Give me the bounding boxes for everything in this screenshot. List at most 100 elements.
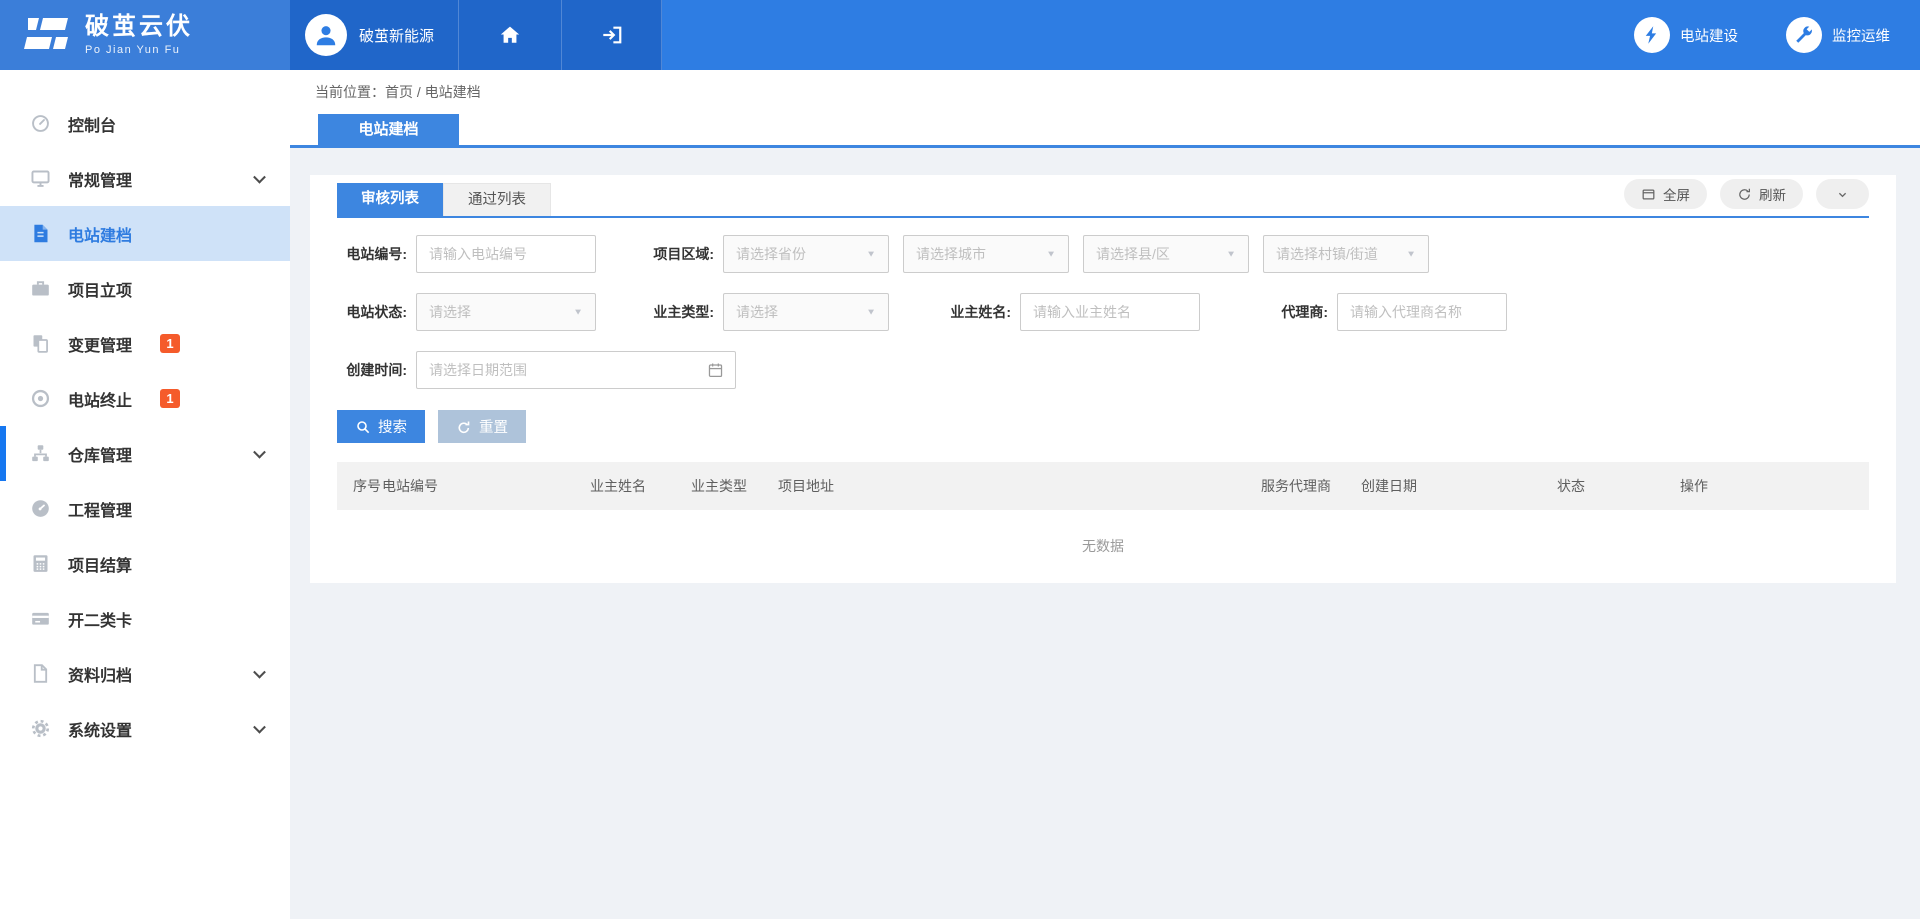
sidebar: 控制台 常规管理 电站建档 项目立项 变更管理 1: [0, 70, 290, 919]
agent-input[interactable]: [1337, 293, 1507, 331]
person-icon: [313, 22, 339, 48]
search-icon: [355, 419, 371, 435]
gear-icon: [30, 718, 51, 739]
sidebar-item-label: 变更管理: [68, 332, 132, 356]
refresh-icon: [1737, 187, 1752, 202]
calendar-icon[interactable]: [707, 362, 724, 379]
logout-icon: [601, 24, 623, 46]
home-button[interactable]: [459, 0, 562, 70]
collapse-button[interactable]: [1816, 179, 1869, 209]
nav-station-build[interactable]: 电站建设: [1634, 17, 1738, 53]
sidebar-item-project-settlement[interactable]: 项目结算: [0, 536, 290, 591]
province-select-placeholder: 请选择省份: [736, 244, 806, 264]
sidebar-item-change-mgmt[interactable]: 变更管理 1: [0, 316, 290, 371]
reset-button-label: 重置: [479, 416, 508, 437]
sidebar-item-label: 开二类卡: [68, 607, 132, 631]
sidebar-item-label: 电站终止: [68, 387, 132, 411]
panel-tabs-bar: 审核列表 通过列表 全屏 刷新: [337, 175, 1869, 218]
town-select-placeholder: 请选择村镇/街道: [1276, 244, 1378, 264]
search-button[interactable]: 搜索: [337, 410, 425, 443]
col-status: 状态: [1557, 476, 1680, 496]
badge-count: 1: [160, 389, 180, 408]
brand-text: 破茧云伏 Po Jian Yun Fu: [85, 14, 193, 55]
station-status-placeholder: 请选择: [429, 302, 471, 322]
filter-row-3: 创建时间:: [337, 351, 1869, 389]
reset-icon: [456, 419, 472, 435]
sidebar-item-label: 工程管理: [68, 497, 132, 521]
sidebar-item-label: 项目立项: [68, 277, 132, 301]
col-actions: 操作: [1680, 476, 1869, 496]
col-project-address: 项目地址: [778, 476, 1261, 496]
briefcase-icon: [30, 278, 51, 299]
owner-type-label: 业主类型:: [644, 302, 714, 322]
create-time-label: 创建时间:: [337, 360, 407, 380]
filter-actions: 搜索 重置: [337, 410, 1869, 443]
calculator-icon: [30, 553, 51, 574]
caret-down-icon: ▼: [1046, 249, 1056, 258]
page-tab-station-filing[interactable]: 电站建档: [318, 114, 459, 145]
owner-name-input[interactable]: [1020, 293, 1200, 331]
sitemap-icon: [30, 443, 51, 464]
reset-button[interactable]: 重置: [438, 410, 526, 443]
station-filing-panel: 审核列表 通过列表 全屏 刷新: [310, 175, 1896, 583]
content-area: 审核列表 通过列表 全屏 刷新: [290, 148, 1920, 583]
town-select[interactable]: 请选择村镇/街道 ▼: [1263, 235, 1429, 273]
col-owner-name: 业主姓名: [590, 476, 691, 496]
panel-tabs: 审核列表 通过列表: [337, 183, 551, 216]
filter-row-1: 电站编号: 项目区域: 请选择省份 ▼ 请选择城市 ▼ 请选择县/区: [337, 235, 1869, 273]
city-select[interactable]: 请选择城市 ▼: [903, 235, 1069, 273]
gauge-icon: [30, 113, 51, 134]
table-empty-state: 无数据: [337, 510, 1869, 582]
breadcrumb: 当前位置： 首页 / 电站建档: [290, 70, 1920, 114]
document-icon: [30, 223, 51, 244]
user-menu[interactable]: 破茧新能源: [290, 0, 459, 70]
sidebar-item-project-initiation[interactable]: 项目立项: [0, 261, 290, 316]
sidebar-item-label: 常规管理: [68, 167, 132, 191]
province-select[interactable]: 请选择省份 ▼: [723, 235, 889, 273]
col-seq: 序号: [353, 476, 382, 496]
caret-down-icon: ▼: [1226, 249, 1236, 258]
file-icon: [30, 663, 51, 684]
col-station-no: 电站编号: [382, 476, 590, 496]
user-avatar[interactable]: [305, 14, 347, 56]
nav-monitor-ops[interactable]: 监控运维: [1786, 17, 1890, 53]
sidebar-item-station-termination[interactable]: 电站终止 1: [0, 371, 290, 426]
chevron-down-icon: [253, 720, 266, 733]
top-header: 破茧云伏 Po Jian Yun Fu 破茧新能源: [0, 0, 1920, 70]
chevron-down-icon: [253, 445, 266, 458]
col-owner-type: 业主类型: [691, 476, 778, 496]
refresh-button[interactable]: 刷新: [1720, 179, 1803, 209]
fullscreen-button[interactable]: 全屏: [1624, 179, 1707, 209]
sidebar-item-data-archive[interactable]: 资料归档: [0, 646, 290, 701]
county-select[interactable]: 请选择县/区 ▼: [1083, 235, 1249, 273]
owner-type-placeholder: 请选择: [736, 302, 778, 322]
owner-type-select[interactable]: 请选择 ▼: [723, 293, 889, 331]
tab-review-list[interactable]: 审核列表: [337, 183, 443, 216]
nav-monitor-ops-label: 监控运维: [1832, 25, 1890, 46]
owner-name-label: 业主姓名:: [939, 302, 1011, 322]
caret-down-icon: ▼: [866, 307, 876, 316]
tab-passed-list[interactable]: 通过列表: [443, 183, 551, 216]
sidebar-item-console[interactable]: 控制台: [0, 96, 290, 151]
brand-logo-icon: [24, 15, 72, 55]
sidebar-item-open-class2-card[interactable]: 开二类卡: [0, 591, 290, 646]
station-status-select[interactable]: 请选择 ▼: [416, 293, 596, 331]
sidebar-item-warehouse-mgmt[interactable]: 仓库管理: [0, 426, 290, 481]
logout-button[interactable]: [562, 0, 662, 70]
sidebar-item-station-filing[interactable]: 电站建档: [0, 206, 290, 261]
sidebar-item-label: 系统设置: [68, 717, 132, 741]
sidebar-item-engineering-mgmt[interactable]: 工程管理: [0, 481, 290, 536]
filter-row-2: 电站状态: 请选择 ▼ 业主类型: 请选择 ▼ 业主姓名: 代理商:: [337, 293, 1869, 331]
card-icon: [30, 608, 51, 629]
date-range-input[interactable]: [416, 351, 736, 389]
sidebar-item-system-settings[interactable]: 系统设置: [0, 701, 290, 756]
chevron-down-icon: [253, 170, 266, 183]
nav-station-build-label: 电站建设: [1680, 25, 1738, 46]
caret-down-icon: ▼: [573, 307, 583, 316]
breadcrumb-prefix: 当前位置：: [315, 82, 385, 102]
app-window: 破茧云伏 Po Jian Yun Fu 破茧新能源: [0, 0, 1920, 919]
sidebar-item-general-mgmt[interactable]: 常规管理: [0, 151, 290, 206]
breadcrumb-path[interactable]: 首页 / 电站建档: [385, 82, 481, 102]
brand-subtitle: Po Jian Yun Fu: [85, 44, 193, 56]
station-no-input[interactable]: [416, 235, 596, 273]
